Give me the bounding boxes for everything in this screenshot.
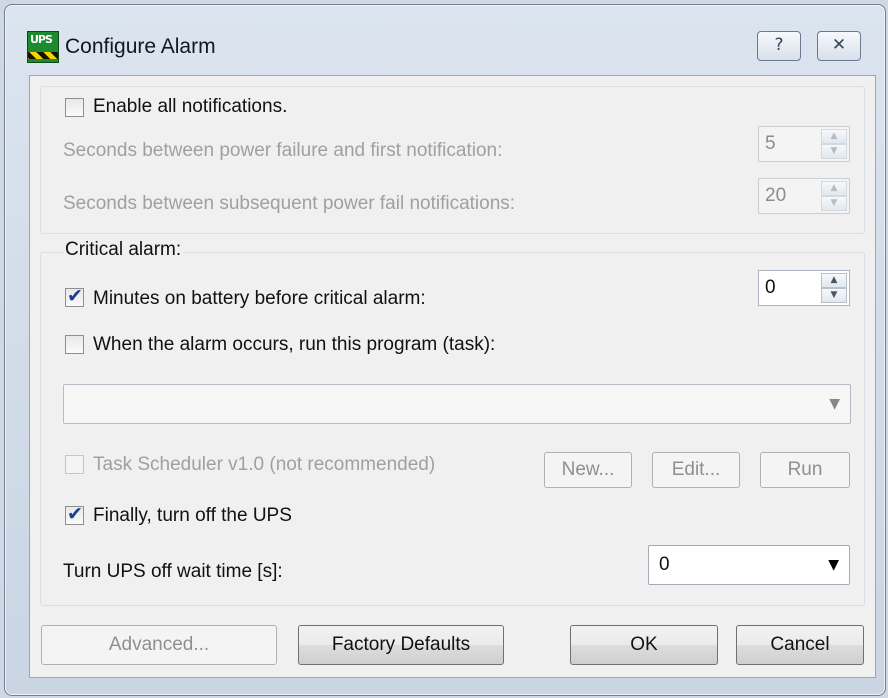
first-notification-delay-value: 5 bbox=[765, 133, 776, 154]
enable-notifications-label: Enable all notifications. bbox=[93, 96, 288, 117]
minutes-on-battery-label: Minutes on battery before critical alarm… bbox=[93, 288, 426, 309]
subsequent-notification-value: 20 bbox=[765, 185, 787, 206]
task-scheduler-checkbox[interactable] bbox=[65, 455, 84, 474]
task-scheduler-label: Task Scheduler v1.0 (not recommended) bbox=[93, 454, 436, 475]
first-notification-delay-label: Seconds between power failure and first … bbox=[63, 140, 503, 161]
factory-defaults-button[interactable]: Factory Defaults bbox=[298, 625, 504, 665]
help-button[interactable]: ? bbox=[757, 31, 801, 61]
spin-down-icon[interactable]: ▼ bbox=[821, 288, 847, 303]
turn-off-ups-checkbox[interactable]: ✔ bbox=[65, 503, 84, 525]
check-icon: ✔ bbox=[67, 503, 83, 525]
run-program-checkbox[interactable] bbox=[65, 335, 84, 354]
subsequent-notification-spinner[interactable]: 20 ▲ ▼ bbox=[758, 178, 850, 214]
close-icon: ✕ bbox=[831, 35, 847, 55]
run-program-label: When the alarm occurs, run this program … bbox=[93, 334, 496, 355]
dialog-content: Enable all notifications. Seconds betwee… bbox=[29, 75, 876, 678]
spin-up-icon[interactable]: ▲ bbox=[821, 129, 847, 144]
edit-task-button[interactable]: Edit... bbox=[652, 452, 740, 488]
first-notification-delay-spinner[interactable]: 5 ▲ ▼ bbox=[758, 126, 850, 162]
minutes-on-battery-value: 0 bbox=[765, 277, 776, 298]
minutes-on-battery-checkbox[interactable]: ✔ bbox=[65, 285, 84, 307]
run-task-button[interactable]: Run bbox=[760, 452, 850, 488]
minutes-on-battery-spinner[interactable]: 0 ▲ ▼ bbox=[758, 270, 850, 306]
advanced-button[interactable]: Advanced... bbox=[41, 625, 277, 665]
ok-button[interactable]: OK bbox=[570, 625, 718, 665]
new-task-button[interactable]: New... bbox=[544, 452, 632, 488]
cancel-button[interactable]: Cancel bbox=[736, 625, 864, 665]
title-bar[interactable]: UPS Configure Alarm ? ✕ bbox=[5, 5, 885, 77]
ups-app-icon: UPS bbox=[27, 31, 59, 63]
window-title: Configure Alarm bbox=[65, 35, 216, 58]
wait-time-value: 0 bbox=[659, 554, 670, 575]
close-button[interactable]: ✕ bbox=[817, 31, 861, 61]
subsequent-notification-label: Seconds between subsequent power fail no… bbox=[63, 193, 516, 214]
turn-off-ups-label: Finally, turn off the UPS bbox=[93, 505, 292, 526]
spin-down-icon[interactable]: ▼ bbox=[821, 144, 847, 159]
spin-up-icon[interactable]: ▲ bbox=[821, 181, 847, 196]
ups-icon-text: UPS bbox=[30, 33, 53, 46]
check-icon: ✔ bbox=[67, 285, 83, 307]
critical-alarm-group-label: Critical alarm: bbox=[63, 239, 184, 261]
enable-notifications-checkbox[interactable] bbox=[65, 98, 84, 117]
help-icon: ? bbox=[774, 35, 784, 55]
dropdown-icon: ▼ bbox=[828, 557, 839, 573]
spin-up-icon[interactable]: ▲ bbox=[821, 273, 847, 288]
wait-time-label: Turn UPS off wait time [s]: bbox=[63, 561, 283, 582]
program-select[interactable]: ▼ bbox=[63, 384, 851, 424]
dropdown-icon: ▼ bbox=[829, 396, 840, 412]
configure-alarm-dialog: UPS Configure Alarm ? ✕ Enable all notif… bbox=[4, 4, 886, 696]
spin-down-icon[interactable]: ▼ bbox=[821, 196, 847, 211]
wait-time-select[interactable]: 0 ▼ bbox=[648, 545, 850, 585]
